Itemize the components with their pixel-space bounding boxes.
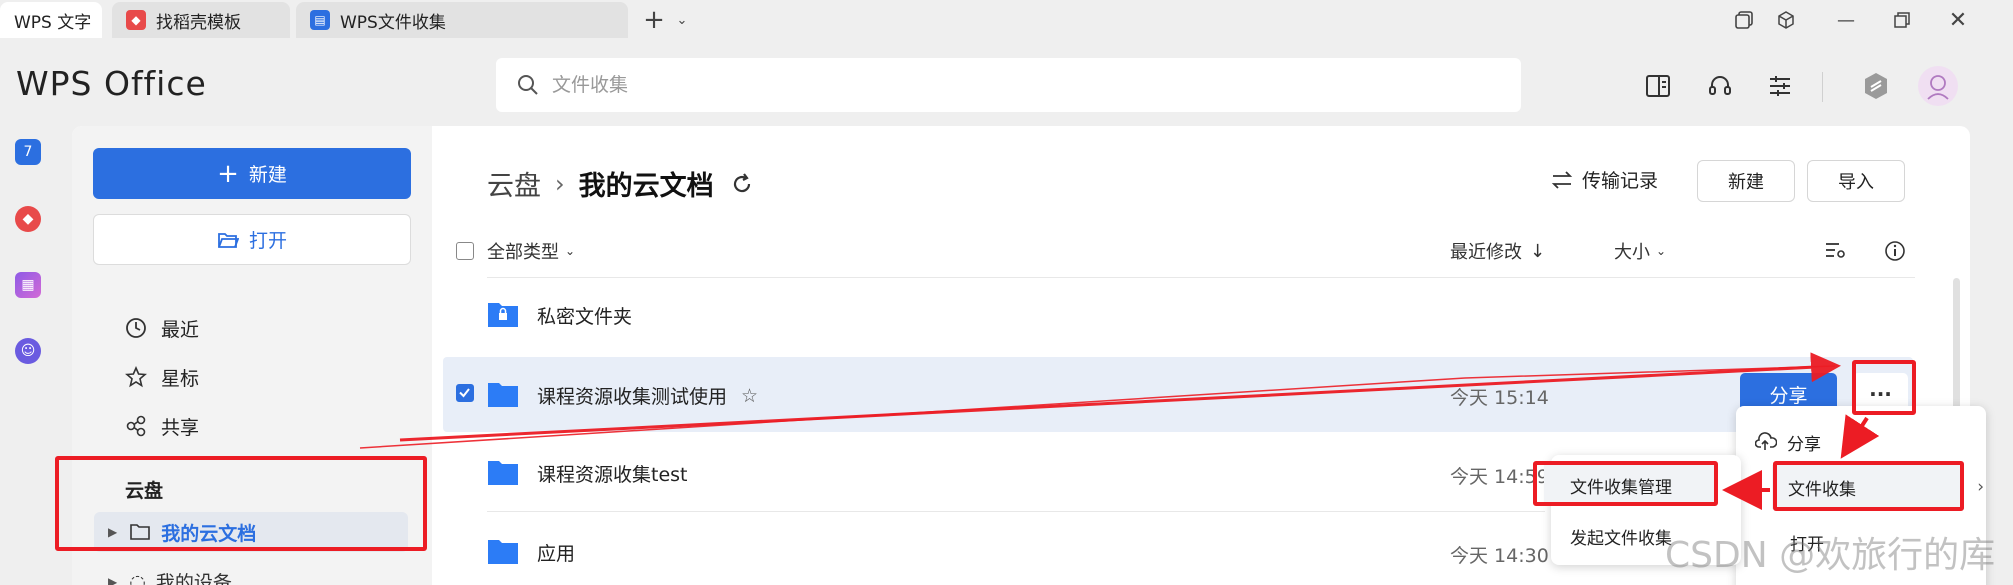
transfer-arrows-icon [1551, 170, 1573, 189]
tab-bar: WPS 文字 ◆ 找稻壳模板 ▤ WPS文件收集 + ⌄ — ✕ [0, 0, 2013, 40]
sidebar-item-shared[interactable]: 共享 [125, 411, 199, 441]
toolbar-new-button[interactable]: 新建 [1697, 160, 1795, 202]
plus-icon: + [217, 158, 239, 189]
docer-app-icon[interactable]: ◆ [15, 206, 41, 232]
avatar[interactable] [1918, 66, 1958, 106]
info-icon[interactable] [1884, 240, 1906, 262]
wps-office-logo: WPS Office [16, 64, 207, 103]
docer-icon: ◆ [126, 10, 146, 30]
folder-open-icon [218, 232, 239, 248]
header-divider-line [487, 277, 1915, 278]
tab-list-chevron-icon[interactable]: ⌄ [668, 6, 696, 34]
file-name[interactable]: 课程资源收集测试使用 ☆ [537, 382, 758, 409]
submenu-item-start[interactable]: 发起文件收集 [1570, 524, 1672, 549]
tab-wps-file-collection[interactable]: ▤ WPS文件收集 [296, 2, 628, 38]
open-button[interactable]: 打开 [93, 214, 411, 265]
column-settings-icon[interactable] [1824, 240, 1846, 260]
folder-icon [488, 540, 518, 564]
tab-label: WPS 文字 [14, 12, 92, 33]
annotation-box-collect [1773, 461, 1964, 511]
restore-icon[interactable] [1888, 6, 1916, 34]
refresh-icon[interactable] [730, 172, 754, 196]
tab-wps-writer[interactable]: WPS 文字 [0, 2, 102, 38]
modified-date: 今天 14:30 [1450, 545, 1549, 567]
watermark: CSDN @欢旅行的库 [1665, 535, 1996, 576]
tab-label: 找稻壳模板 [156, 12, 241, 33]
settings-sliders-icon[interactable] [1764, 70, 1796, 102]
sidebar-item-recent[interactable]: 最近 [125, 313, 199, 343]
select-all-checkbox[interactable] [456, 242, 474, 260]
file-name[interactable]: 应用 [537, 539, 575, 566]
row-checkbox[interactable] [456, 384, 474, 402]
breadcrumb: 云盘 › 我的云文档 [487, 164, 754, 203]
search-input[interactable] [552, 74, 1152, 96]
transfer-records-button[interactable]: 传输记录 [1550, 166, 1658, 193]
menu-item-share[interactable]: 分享 [1755, 424, 1975, 460]
arrow-down-icon: ↓ [1530, 240, 1546, 262]
search-bar[interactable] [496, 58, 1521, 112]
clock-icon [126, 318, 146, 338]
breadcrumb-root[interactable]: 云盘 [487, 164, 541, 203]
expand-triangle-icon[interactable]: ▶ [108, 575, 117, 585]
sidebar-toggle-icon[interactable] [1642, 70, 1674, 102]
window-tile-icon[interactable] [1730, 6, 1758, 34]
header-divider [1822, 72, 1823, 102]
file-name[interactable]: 私密文件夹 [537, 302, 632, 329]
annotation-box-manage [1533, 461, 1718, 506]
file-name[interactable]: 课程资源收集test [537, 460, 688, 487]
member-badge-icon[interactable] [1860, 70, 1892, 102]
cloud-share-icon [1755, 432, 1777, 450]
apps-grid-icon[interactable]: ▦ [15, 272, 41, 298]
private-folder-icon [488, 303, 518, 327]
minimize-icon[interactable]: — [1832, 6, 1860, 34]
breadcrumb-current: 我的云文档 [578, 171, 714, 202]
folder-icon [488, 461, 518, 485]
tab-label: WPS文件收集 [340, 12, 446, 33]
import-button[interactable]: 导入 [1807, 160, 1905, 202]
cube-icon[interactable] [1772, 6, 1800, 34]
share-nodes-icon [126, 415, 146, 437]
file-collection-icon: ▤ [310, 10, 330, 30]
star-icon [125, 366, 147, 388]
headset-icon[interactable] [1704, 70, 1736, 102]
modified-date: 今天 15:14 [1450, 387, 1549, 409]
size-header[interactable]: 大小 ⌄ [1614, 238, 1666, 264]
sidebar-item-starred[interactable]: 星标 [125, 362, 199, 392]
new-button[interactable]: + 新建 [93, 148, 411, 199]
star-outline-icon[interactable]: ☆ [741, 385, 758, 407]
close-icon[interactable]: ✕ [1944, 6, 1972, 34]
assistant-app-icon[interactable]: ☺ [15, 338, 41, 364]
tab-docer-templates[interactable]: ◆ 找稻壳模板 [112, 2, 290, 38]
row-divider [487, 511, 1545, 512]
chevron-down-icon: ⌄ [1656, 244, 1667, 258]
folder-icon [488, 383, 518, 407]
chevron-down-icon: ⌄ [565, 244, 576, 258]
annotation-box-cloud-docs [55, 456, 427, 551]
annotation-box-more [1852, 360, 1916, 415]
chevron-right-icon: › [1977, 477, 1984, 497]
calendar-app-icon[interactable]: 7 [15, 139, 41, 165]
device-icon: ◌ [129, 570, 146, 585]
sidebar-item-my-devices[interactable]: ▶ ◌ 我的设备 [108, 568, 232, 585]
search-icon [518, 75, 538, 95]
sort-modified-header[interactable]: 最近修改 ↓ [1450, 238, 1545, 264]
chevron-right-icon: › [555, 169, 565, 198]
new-tab-plus-icon[interactable]: + [640, 5, 668, 35]
type-filter-dropdown[interactable]: 全部类型 ⌄ [487, 238, 575, 264]
